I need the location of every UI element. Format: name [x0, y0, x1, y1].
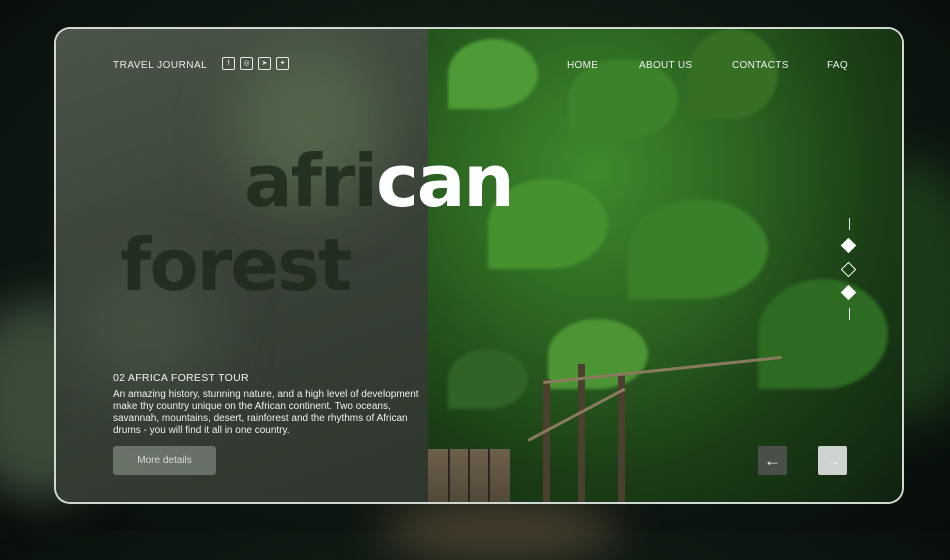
nav-home[interactable]: HOME — [567, 60, 598, 71]
hero-word-afri: afri — [244, 139, 378, 223]
twitter-icon[interactable]: ✦ — [276, 57, 289, 70]
foliage — [448, 349, 528, 409]
social-links: f ◎ ➤ ✦ — [222, 57, 289, 70]
tour-title: 02 AFRICA FOREST TOUR — [113, 372, 249, 384]
hero-title-line1: african — [244, 139, 515, 223]
next-slide-button[interactable]: → — [818, 446, 847, 475]
instagram-icon[interactable]: ◎ — [240, 57, 253, 70]
slide-pager — [840, 218, 860, 322]
background-blur — [380, 500, 620, 560]
prev-slide-button[interactable]: ← — [758, 446, 787, 475]
foliage — [448, 39, 538, 109]
facebook-icon[interactable]: f — [222, 57, 235, 70]
foliage — [568, 59, 678, 139]
more-details-button[interactable]: More details — [113, 446, 216, 475]
foliage — [758, 279, 888, 389]
pager-dot-3[interactable] — [840, 284, 857, 301]
hero-card: TRAVEL JOURNAL f ◎ ➤ ✦ HOME ABOUT US CON… — [54, 27, 904, 504]
foliage — [688, 29, 778, 119]
foliage — [628, 199, 768, 299]
arrow-right-icon: → — [824, 450, 841, 470]
nav-faq[interactable]: FAQ — [827, 60, 848, 71]
pager-line — [849, 218, 850, 230]
bridge-post — [543, 379, 550, 502]
brand-logo[interactable]: TRAVEL JOURNAL — [113, 60, 207, 71]
telegram-icon[interactable]: ➤ — [258, 57, 271, 70]
wooden-walkway — [428, 449, 510, 502]
forest-photo — [428, 29, 902, 502]
arrow-left-icon: ← — [764, 450, 781, 470]
nav-contacts[interactable]: CONTACTS — [732, 60, 789, 71]
bridge-post — [578, 364, 585, 502]
nav-about-us[interactable]: ABOUT US — [639, 60, 692, 71]
tour-description: An amazing history, stunning nature, and… — [113, 389, 419, 436]
hero-title-line2: forest — [120, 223, 352, 307]
pager-dot-2[interactable] — [840, 261, 857, 278]
pager-dot-1[interactable] — [840, 237, 857, 254]
pager-line — [849, 308, 850, 320]
hero-word-can: can — [376, 139, 515, 223]
